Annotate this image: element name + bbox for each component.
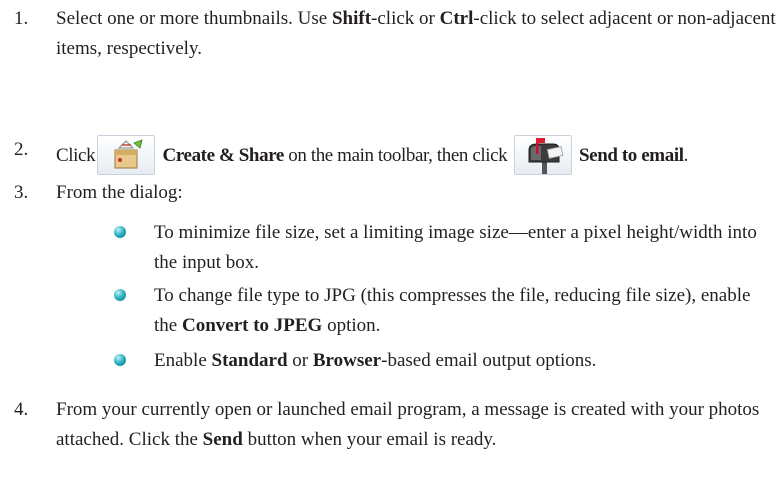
- toolbar-text: on the main toolbar, then click: [283, 145, 508, 166]
- bold-term: Ctrl: [439, 8, 474, 29]
- text-run: -based email output options.: [381, 350, 597, 371]
- step-2: 2. Click Create & Share on the main tool…: [14, 127, 778, 175]
- step-number: 1.: [14, 8, 29, 29]
- bullet-icon: [114, 226, 126, 238]
- bold-term: Send: [202, 429, 243, 450]
- step-text: Click Create & Share on the main toolbar…: [56, 135, 778, 175]
- text-run: option.: [322, 315, 381, 336]
- bullet-text: To change file type to JPG (this compres…: [154, 281, 778, 341]
- bold-term: Browser: [312, 350, 382, 371]
- mailbox-icon: [513, 135, 572, 175]
- text-run: or: [287, 350, 313, 371]
- bold-term: Convert to JPEG: [181, 315, 323, 336]
- create-share-icon: [97, 135, 156, 175]
- step-number: 3.: [14, 182, 29, 203]
- step-end-punctuation: .: [683, 145, 689, 166]
- step-text: From your currently open or launched ema…: [56, 395, 778, 455]
- create-share-label: Create & Share: [162, 145, 285, 166]
- text-run: button when your email is ready.: [242, 429, 497, 450]
- text-run: Select one or more thumbnails. Use: [56, 8, 332, 29]
- step-number: 2.: [14, 139, 29, 160]
- bullet-text: To minimize file size, set a limiting im…: [154, 218, 778, 278]
- text-run: Enable: [154, 350, 212, 371]
- step-text: From the dialog:: [56, 182, 183, 203]
- bold-term: Shift: [331, 8, 372, 29]
- bullet-text: Enable Standard or Browser-based email o…: [154, 346, 778, 376]
- bullet-icon: [114, 354, 126, 366]
- bullet-icon: [114, 289, 126, 301]
- click-label: Click: [56, 145, 96, 166]
- step-text: Select one or more thumbnails. Use Shift…: [56, 4, 778, 64]
- bold-term: Standard: [211, 350, 288, 371]
- text-run: -click or: [371, 8, 440, 29]
- text-run: To minimize file size, set a limiting im…: [154, 222, 757, 273]
- send-email-label: Send to email: [579, 145, 684, 166]
- step-number: 4.: [14, 399, 29, 420]
